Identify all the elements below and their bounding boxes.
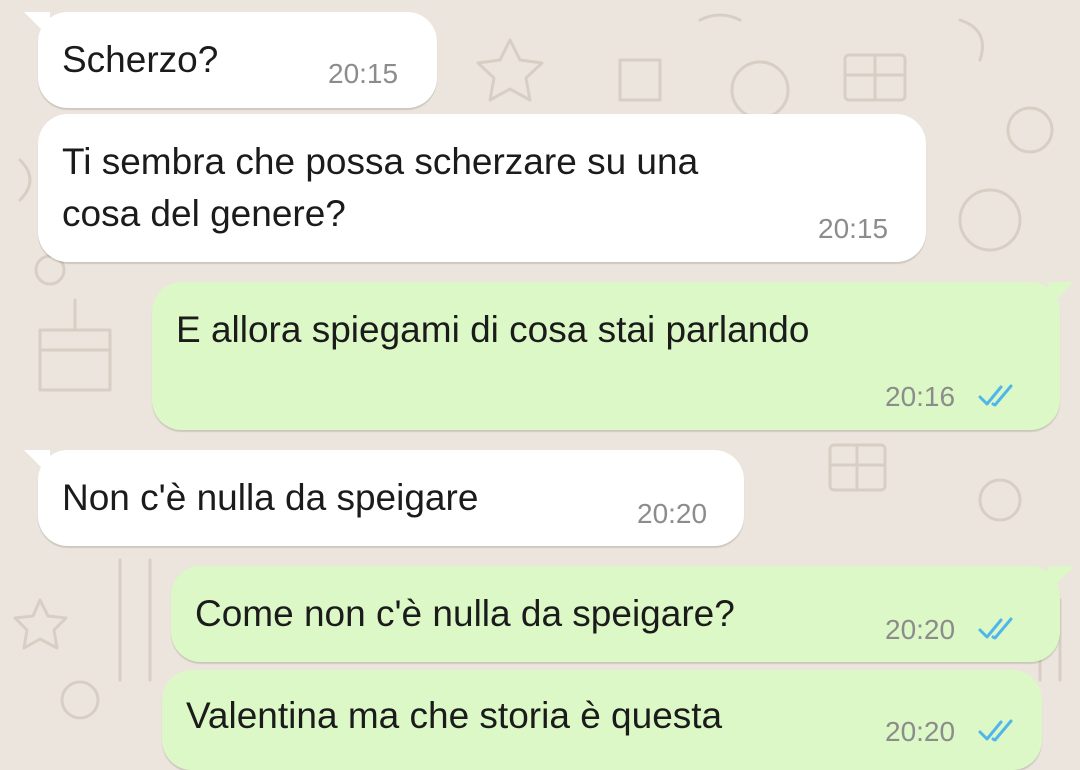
bubble-tail-icon bbox=[24, 450, 50, 476]
message-bubble-outgoing[interactable]: Come non c'è nulla da speigare? 20:20 bbox=[171, 566, 1074, 662]
message-text-line: Ti sembra che possa scherzare su una bbox=[62, 141, 699, 182]
message-time: 20:20 bbox=[885, 716, 956, 747]
message-text: E allora spiegami di cosa stai parlando bbox=[176, 309, 810, 350]
message-bubble-outgoing[interactable]: Valentina ma che storia è questa 20:20 bbox=[162, 670, 1042, 770]
message-text: Scherzo? bbox=[62, 39, 219, 80]
read-receipt-double-tick-icon bbox=[978, 617, 1013, 640]
message-time: 20:20 bbox=[637, 498, 708, 529]
message-bubble-incoming[interactable]: Scherzo? 20:15 bbox=[24, 12, 437, 108]
message-text: Come non c'è nulla da speigare? bbox=[195, 593, 735, 634]
message-time: 20:20 bbox=[885, 614, 956, 645]
message-time: 20:15 bbox=[328, 58, 399, 89]
message-time: 20:15 bbox=[818, 213, 889, 244]
message-bubble-outgoing[interactable]: E allora spiegami di cosa stai parlando … bbox=[152, 282, 1074, 430]
read-receipt-double-tick-icon bbox=[978, 719, 1013, 742]
message-text-line: cosa del genere? bbox=[62, 193, 346, 234]
message-bubble-incoming[interactable]: Non c'è nulla da speigare 20:20 bbox=[24, 450, 744, 546]
bubble-tail-icon bbox=[24, 12, 50, 38]
read-receipt-double-tick-icon bbox=[978, 384, 1013, 407]
message-text: Non c'è nulla da speigare bbox=[62, 477, 479, 518]
message-time: 20:16 bbox=[885, 381, 956, 412]
bubble-tail-icon bbox=[1048, 566, 1074, 592]
bubble-tail-icon bbox=[1048, 282, 1074, 308]
message-text: Valentina ma che storia è questa bbox=[186, 695, 723, 736]
message-bubble-incoming[interactable]: Ti sembra che possa scherzare su una cos… bbox=[38, 114, 926, 262]
